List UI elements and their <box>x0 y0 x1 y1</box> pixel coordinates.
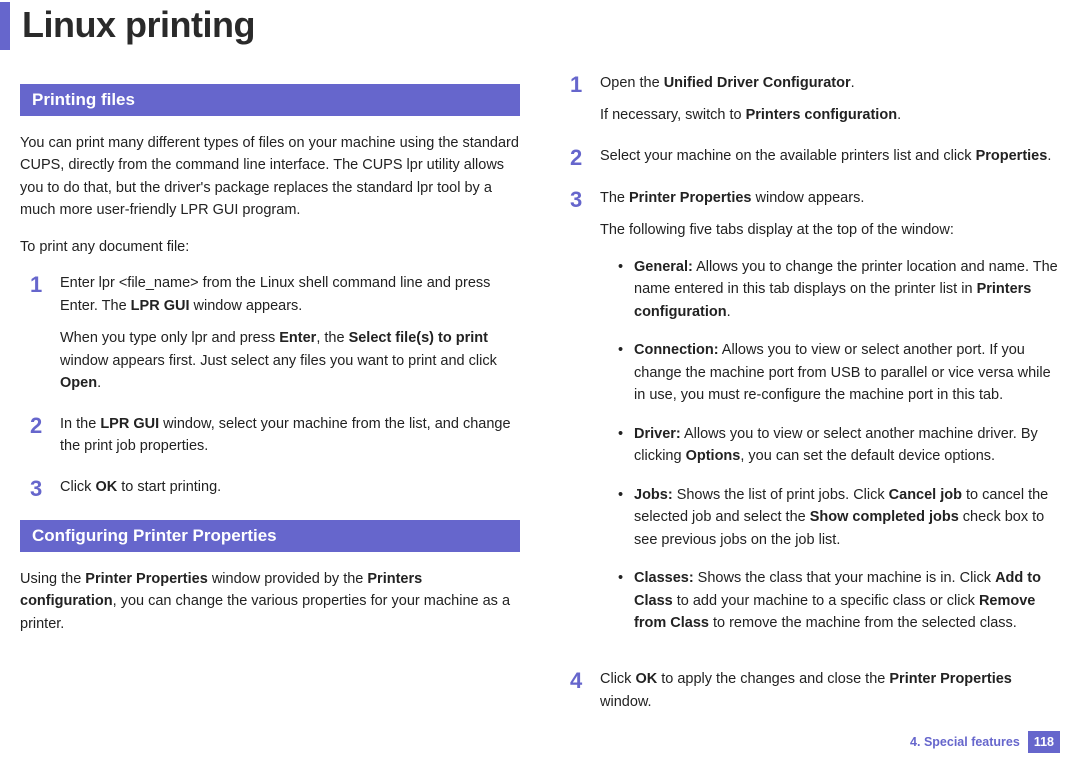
text: , the <box>316 330 348 346</box>
text: Using the <box>20 571 85 587</box>
text: Shows the list of print jobs. Click <box>673 487 889 503</box>
section-configuring: Configuring Printer Properties <box>20 520 520 552</box>
bold-text: Classes: <box>634 570 694 586</box>
left-step-2: 2 In the LPR GUI window, select your mac… <box>20 413 520 458</box>
text: . <box>851 75 855 91</box>
content-2col: Printing files You can print many differ… <box>0 50 1080 731</box>
text: In the <box>60 416 100 432</box>
bold-text: Connection: <box>634 342 719 358</box>
bold-text: General: <box>634 259 693 275</box>
text: When you type only lpr and press <box>60 330 279 346</box>
intro-paragraph: You can print many different types of fi… <box>20 132 520 222</box>
text: window. <box>600 694 652 710</box>
outro-paragraph: Using the Printer Properties window prov… <box>20 568 520 635</box>
text: window provided by the <box>208 571 368 587</box>
text: to start printing. <box>117 479 221 495</box>
bold-text: Unified Driver Configurator <box>664 75 851 91</box>
right-step-1: 1 Open the Unified Driver Configurator. … <box>560 72 1060 127</box>
step-line: The following five tabs display at the t… <box>600 219 1060 241</box>
bold-text: Enter <box>279 330 316 346</box>
text: Shows the class that your machine is in.… <box>694 570 995 586</box>
tab-connection: Connection: Allows you to view or select… <box>618 339 1060 406</box>
text: . <box>897 107 901 123</box>
bold-text: Show completed jobs <box>810 509 959 525</box>
right-step-3: 3 The Printer Properties window appears.… <box>560 187 1060 651</box>
step-text: Select your machine on the available pri… <box>600 145 1060 167</box>
text: . <box>1047 148 1051 164</box>
tab-general: General: Allows you to change the printe… <box>618 256 1060 323</box>
step-line: If necessary, switch to Printers configu… <box>600 104 1060 126</box>
text: to apply the changes and close the <box>657 671 889 687</box>
step-number: 1 <box>20 272 60 296</box>
text: Select your machine on the available pri… <box>600 148 976 164</box>
step-number: 4 <box>560 668 600 692</box>
step-line: The Printer Properties window appears. <box>600 187 1060 209</box>
text: window appears. <box>752 190 865 206</box>
bold-text: OK <box>635 671 657 687</box>
bold-text: LPR GUI <box>100 416 159 432</box>
bold-text: Properties <box>976 148 1048 164</box>
step-text: The Printer Properties window appears. T… <box>600 187 1060 651</box>
text: to add your machine to a specific class … <box>673 593 979 609</box>
step-number: 3 <box>20 476 60 500</box>
tab-jobs: Jobs: Shows the list of print jobs. Clic… <box>618 484 1060 551</box>
right-step-2: 2 Select your machine on the available p… <box>560 145 1060 169</box>
bold-text: Jobs: <box>634 487 673 503</box>
text: to remove the machine from the selected … <box>709 615 1017 631</box>
bold-text: Printer Properties <box>85 571 208 587</box>
left-column: Printing files You can print many differ… <box>20 64 520 731</box>
bold-text: LPR GUI <box>131 298 190 314</box>
bold-text: Cancel job <box>889 487 962 503</box>
step-number: 2 <box>560 145 600 169</box>
section-printing-files: Printing files <box>20 84 520 116</box>
bold-text: Printer Properties <box>889 671 1012 687</box>
text: window appears. <box>189 298 302 314</box>
text: Open the <box>600 75 664 91</box>
bold-text: Printer Properties <box>629 190 752 206</box>
step-number: 3 <box>560 187 600 211</box>
left-step-3: 3 Click OK to start printing. <box>20 476 520 500</box>
bold-text: Select file(s) to print <box>349 330 488 346</box>
page-title-bar: Linux printing <box>0 2 1080 50</box>
text: , you can set the default device options… <box>740 448 995 464</box>
step-line: Click OK to start printing. <box>60 476 520 498</box>
step-line: Enter lpr <file_name> from the Linux she… <box>60 272 520 317</box>
footer-page-number: 118 <box>1028 731 1060 753</box>
step-text: Open the Unified Driver Configurator. If… <box>600 72 1060 127</box>
step-number: 1 <box>560 72 600 96</box>
title-accent <box>0 2 10 50</box>
intro-paragraph-2: To print any document file: <box>20 236 520 258</box>
footer-chapter: 4. Special features <box>910 735 1020 749</box>
tabs-list: General: Allows you to change the printe… <box>600 256 1060 635</box>
bold-text: Options <box>686 448 741 464</box>
text: Click <box>60 479 95 495</box>
left-step-1: 1 Enter lpr <file_name> from the Linux s… <box>20 272 520 394</box>
bold-text: OK <box>95 479 117 495</box>
text: . <box>97 375 101 391</box>
step-text: Click OK to apply the changes and close … <box>600 668 1060 713</box>
step-line: Click OK to apply the changes and close … <box>600 668 1060 713</box>
bold-text: Driver: <box>634 426 681 442</box>
right-column: 1 Open the Unified Driver Configurator. … <box>560 64 1060 731</box>
step-text: In the LPR GUI window, select your machi… <box>60 413 520 458</box>
text: The <box>600 190 629 206</box>
bold-text: Printers configuration <box>746 107 897 123</box>
step-text: Click OK to start printing. <box>60 476 520 498</box>
text: window appears first. Just select any fi… <box>60 353 497 369</box>
step-line: When you type only lpr and press Enter, … <box>60 327 520 394</box>
bold-text: Open <box>60 375 97 391</box>
right-step-4: 4 Click OK to apply the changes and clos… <box>560 668 1060 713</box>
step-line: In the LPR GUI window, select your machi… <box>60 413 520 458</box>
step-line: Open the Unified Driver Configurator. <box>600 72 1060 94</box>
tab-driver: Driver: Allows you to view or select ano… <box>618 423 1060 468</box>
text: Click <box>600 671 635 687</box>
step-text: Enter lpr <file_name> from the Linux she… <box>60 272 520 394</box>
step-number: 2 <box>20 413 60 437</box>
tab-classes: Classes: Shows the class that your machi… <box>618 567 1060 634</box>
page-footer: 4. Special features 118 <box>910 731 1060 753</box>
page-title: Linux printing <box>22 2 255 50</box>
step-line: Select your machine on the available pri… <box>600 145 1060 167</box>
text: If necessary, switch to <box>600 107 746 123</box>
text: . <box>727 304 731 320</box>
